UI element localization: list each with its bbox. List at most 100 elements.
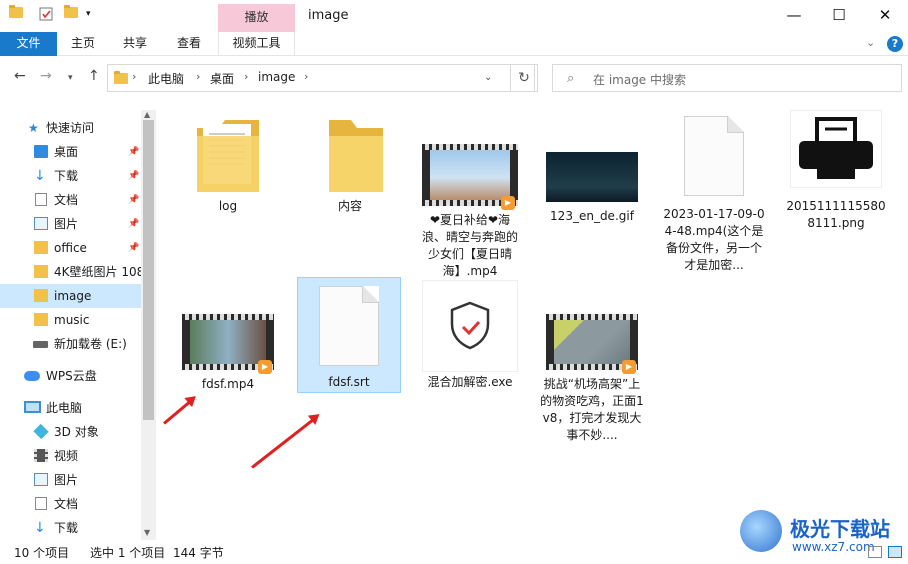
printer-thumbnail bbox=[790, 110, 882, 188]
folder-icon bbox=[34, 241, 48, 254]
shield-icon bbox=[450, 301, 490, 350]
ribbon-collapse-icon[interactable]: ⌄ bbox=[866, 36, 875, 49]
star-icon: ★ bbox=[28, 121, 39, 135]
file-item-fdsf-srt[interactable]: fdsf.srt bbox=[297, 277, 401, 393]
sidebar-item-office[interactable]: office 📌 bbox=[0, 236, 141, 260]
file-item-gif[interactable]: 123_en_de.gif bbox=[540, 110, 644, 225]
search-input[interactable]: ⌕ 在 image 中搜索 bbox=[552, 64, 902, 92]
customize-toolbar-icon[interactable]: ▾ bbox=[86, 9, 91, 19]
video-thumbnail: ▶ bbox=[422, 144, 518, 210]
file-name: 2023-01-17-09-04-48.mp4(这个是备份文件，另一个才是加密.… bbox=[663, 207, 765, 272]
properties-icon[interactable] bbox=[38, 6, 54, 22]
file-name: ❤夏日补给❤海浪、晴空与奔跑的少女们【夏日晴海】.mp4 bbox=[421, 213, 518, 278]
breadcrumb-desktop[interactable]: 桌面 bbox=[210, 70, 234, 87]
sidebar-scrollbar[interactable]: ▲ ▼ bbox=[141, 110, 156, 540]
sidebar-item-label: 视频 bbox=[54, 449, 79, 463]
pin-icon: 📌 bbox=[128, 171, 140, 181]
file-list: log 内容 ▶ ❤夏日补给❤海浪、晴空与奔跑的少女们【夏日晴海】.mp4 12… bbox=[156, 100, 908, 540]
file-item-content[interactable]: 内容 bbox=[298, 110, 402, 215]
sidebar-item-wps-cloud[interactable]: WPS云盘 bbox=[0, 364, 141, 388]
file-item-pubg-video[interactable]: ▶ 挑战“机场高架”上的物资吃鸡，正面1v8，打完才发现大事不妙.... bbox=[540, 280, 644, 444]
details-view-icon[interactable] bbox=[868, 546, 882, 558]
sidebar-item-this-pc[interactable]: 此电脑 bbox=[0, 396, 141, 420]
file-name: 内容 bbox=[337, 199, 362, 213]
play-icon: ▶ bbox=[258, 360, 272, 374]
breadcrumb-separator[interactable]: › bbox=[304, 70, 308, 83]
maximize-button[interactable]: ☐ bbox=[816, 0, 862, 32]
video-icon bbox=[34, 449, 48, 462]
sidebar-item-label: image bbox=[54, 289, 92, 303]
scrollbar-thumb[interactable] bbox=[143, 120, 154, 420]
sidebar-item-downloads[interactable]: ↓ 下载 📌 bbox=[0, 164, 141, 188]
close-button[interactable]: ✕ bbox=[862, 0, 908, 32]
sidebar-item-4k-wallpapers[interactable]: 4K壁纸图片 108 bbox=[0, 260, 141, 284]
help-icon[interactable]: ? bbox=[887, 36, 903, 52]
drive-icon bbox=[33, 341, 48, 348]
file-item-png[interactable]: 20151111155808111.png bbox=[784, 110, 888, 232]
sidebar-item-label: 此电脑 bbox=[46, 401, 83, 415]
file-name: 挑战“机场高架”上的物资吃鸡，正面1v8，打完才发现大事不妙.... bbox=[540, 377, 644, 442]
sidebar-item-documents[interactable]: 文档 📌 bbox=[0, 188, 141, 212]
breadcrumb-separator[interactable]: › bbox=[244, 70, 248, 83]
large-icons-view-icon[interactable] bbox=[888, 546, 902, 558]
breadcrumb-this-pc[interactable]: 此电脑 bbox=[148, 70, 184, 87]
tab-home[interactable]: 主页 bbox=[60, 32, 106, 56]
file-item-log[interactable]: log bbox=[176, 110, 280, 215]
folder-icon bbox=[34, 313, 48, 326]
sidebar-item-videos[interactable]: 视频 bbox=[0, 444, 141, 468]
file-item-exe[interactable]: 混合加解密.exe bbox=[418, 280, 522, 391]
refresh-icon[interactable]: ↻ bbox=[510, 64, 538, 92]
folder-icon bbox=[34, 265, 48, 278]
ribbon-tabs: 文件 主页 共享 查看 视频工具 ⌄ ? bbox=[0, 32, 908, 56]
address-bar[interactable]: › 此电脑 › 桌面 › image › ⌄ bbox=[107, 64, 535, 92]
sidebar-item-label: 新加载卷 (E:) bbox=[54, 337, 127, 351]
minimize-button[interactable]: — bbox=[771, 0, 817, 32]
search-placeholder: 在 image 中搜索 bbox=[593, 73, 687, 87]
document-icon bbox=[35, 193, 47, 206]
pin-icon: 📌 bbox=[128, 195, 140, 205]
watermark-logo-icon bbox=[740, 510, 782, 552]
quick-access-folder-icon[interactable] bbox=[9, 5, 23, 18]
sidebar-item-downloads-pc[interactable]: ↓ 下载 bbox=[0, 516, 141, 540]
address-dropdown-icon[interactable]: ⌄ bbox=[484, 72, 492, 83]
forward-icon[interactable]: → bbox=[40, 68, 52, 84]
sidebar-item-drive-e[interactable]: 新加载卷 (E:) bbox=[0, 332, 141, 356]
sidebar-item-label: 快速访问 bbox=[46, 121, 95, 135]
computer-icon bbox=[24, 401, 41, 413]
sidebar-item-pictures-pc[interactable]: 图片 bbox=[0, 468, 141, 492]
sidebar-item-image[interactable]: image bbox=[0, 284, 141, 308]
gif-thumbnail bbox=[546, 152, 638, 202]
file-item-backup-file[interactable]: 2023-01-17-09-04-48.mp4(这个是备份文件，另一个才是加密.… bbox=[662, 110, 766, 274]
item-count: 10 个项目 bbox=[14, 546, 70, 560]
tab-share[interactable]: 共享 bbox=[112, 32, 158, 56]
folder-icon bbox=[34, 289, 48, 302]
pin-icon: 📌 bbox=[128, 243, 140, 253]
sidebar-item-quick-access[interactable]: ★ 快速访问 bbox=[0, 116, 141, 140]
sidebar-item-desktop[interactable]: 桌面 📌 bbox=[0, 140, 141, 164]
file-name: 123_en_de.gif bbox=[550, 209, 634, 223]
new-folder-icon[interactable] bbox=[64, 5, 78, 18]
sidebar-item-documents-pc[interactable]: 文档 bbox=[0, 492, 141, 516]
sidebar-item-3d-objects[interactable]: 3D 对象 bbox=[0, 420, 141, 444]
file-item-fdsf-mp4[interactable]: ▶ fdsf.mp4 bbox=[176, 280, 280, 393]
sidebar-item-pictures[interactable]: 图片 📌 bbox=[0, 212, 141, 236]
scroll-up-icon[interactable]: ▲ bbox=[144, 110, 150, 119]
breadcrumb-image[interactable]: image bbox=[258, 70, 295, 84]
scroll-down-icon[interactable]: ▼ bbox=[144, 528, 150, 537]
tab-file[interactable]: 文件 bbox=[0, 32, 57, 56]
tab-video-tools[interactable]: 视频工具 bbox=[218, 32, 295, 56]
picture-icon bbox=[34, 217, 48, 230]
annotation-arrow bbox=[251, 415, 318, 469]
back-icon[interactable]: ← bbox=[14, 68, 26, 84]
pin-icon: 📌 bbox=[128, 147, 140, 157]
sidebar-item-music[interactable]: music bbox=[0, 308, 141, 332]
breadcrumb-separator[interactable]: › bbox=[196, 70, 200, 83]
up-icon[interactable]: ↑ bbox=[88, 68, 100, 84]
file-item-summer-video[interactable]: ▶ ❤夏日补给❤海浪、晴空与奔跑的少女们【夏日晴海】.mp4 bbox=[418, 110, 522, 280]
sidebar-item-label: 下载 bbox=[54, 169, 79, 183]
tab-view[interactable]: 查看 bbox=[166, 32, 212, 56]
tab-play-context[interactable]: 播放 bbox=[218, 4, 295, 32]
breadcrumb-separator[interactable]: › bbox=[132, 70, 136, 83]
recent-locations-icon[interactable]: ▾ bbox=[68, 73, 73, 83]
download-icon: ↓ bbox=[34, 520, 46, 536]
